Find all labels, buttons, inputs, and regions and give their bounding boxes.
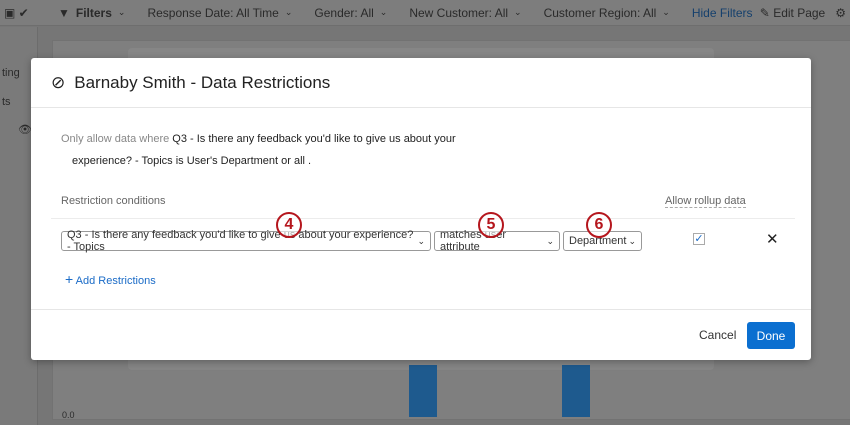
- chevron-down-icon: ⌄: [628, 235, 636, 246]
- response-date-filter[interactable]: Response Date: All Time ⌄: [147, 6, 292, 20]
- filters-dropdown[interactable]: ▼ Filters ⌄: [58, 6, 125, 20]
- annotation-badge: 5: [478, 212, 504, 238]
- data-restrictions-dialog: ⊘ Barnaby Smith - Data Restrictions Only …: [31, 58, 811, 360]
- chevron-down-icon: ⌄: [546, 235, 554, 246]
- edit-page-button[interactable]: ✎ Edit Page: [760, 6, 825, 20]
- sidebar-item[interactable]: ting: [2, 67, 20, 79]
- filter-icon: ▼: [58, 5, 70, 20]
- divider: [51, 218, 795, 219]
- pencil-icon: ✎: [759, 5, 770, 20]
- restriction-conditions-header: Restriction conditions: [61, 195, 166, 207]
- eye-icon[interactable]: 👁: [18, 123, 32, 136]
- gear-icon[interactable]: ⚙: [835, 6, 846, 20]
- filter-bar: ▣ ✔ ▼ Filters ⌄ Response Date: All Time ⌄ G…: [0, 0, 850, 26]
- chevron-down-icon: ⌄: [514, 7, 522, 17]
- remove-condition-icon[interactable]: ✕: [766, 230, 779, 248]
- field-select[interactable]: Q3 - Is there any feedback you'd like to…: [61, 229, 431, 253]
- customer-region-filter[interactable]: Customer Region: All ⌄: [544, 6, 670, 20]
- chart-bar: [409, 365, 437, 417]
- restricted-icon: ⊘: [51, 72, 66, 92]
- hide-filters-link[interactable]: Hide Filters: [692, 6, 753, 20]
- chart-bar: [562, 365, 590, 417]
- chevron-down-icon: ⌄: [284, 7, 293, 17]
- cancel-button[interactable]: Cancel: [699, 328, 736, 342]
- toolbar-icons[interactable]: ▣ ✔: [0, 6, 58, 20]
- chevron-down-icon: ⌄: [662, 7, 670, 17]
- done-button[interactable]: Done: [747, 322, 795, 349]
- dialog-title: Barnaby Smith - Data Restrictions: [74, 72, 331, 92]
- plus-icon: +: [65, 271, 74, 287]
- gender-filter[interactable]: Gender: All ⌄: [314, 6, 387, 20]
- y-tick-label: 0.0: [62, 410, 75, 420]
- chevron-down-icon: ⌄: [117, 7, 126, 17]
- annotation-badge: 6: [586, 212, 612, 238]
- add-restrictions-button[interactable]: + Add Restrictions: [65, 271, 156, 287]
- allow-rollup-checkbox[interactable]: ✓: [693, 233, 705, 245]
- footer-divider: [31, 309, 811, 310]
- restriction-summary: Only allow data where Q3 - Is there any …: [61, 133, 456, 167]
- new-customer-filter[interactable]: New Customer: All ⌄: [409, 6, 521, 20]
- sidebar-item[interactable]: ts: [2, 96, 11, 108]
- chevron-down-icon: ⌄: [417, 235, 425, 246]
- annotation-badge: 4: [276, 212, 302, 238]
- allow-rollup-header: Allow rollup data: [665, 195, 746, 208]
- chevron-down-icon: ⌄: [379, 7, 388, 17]
